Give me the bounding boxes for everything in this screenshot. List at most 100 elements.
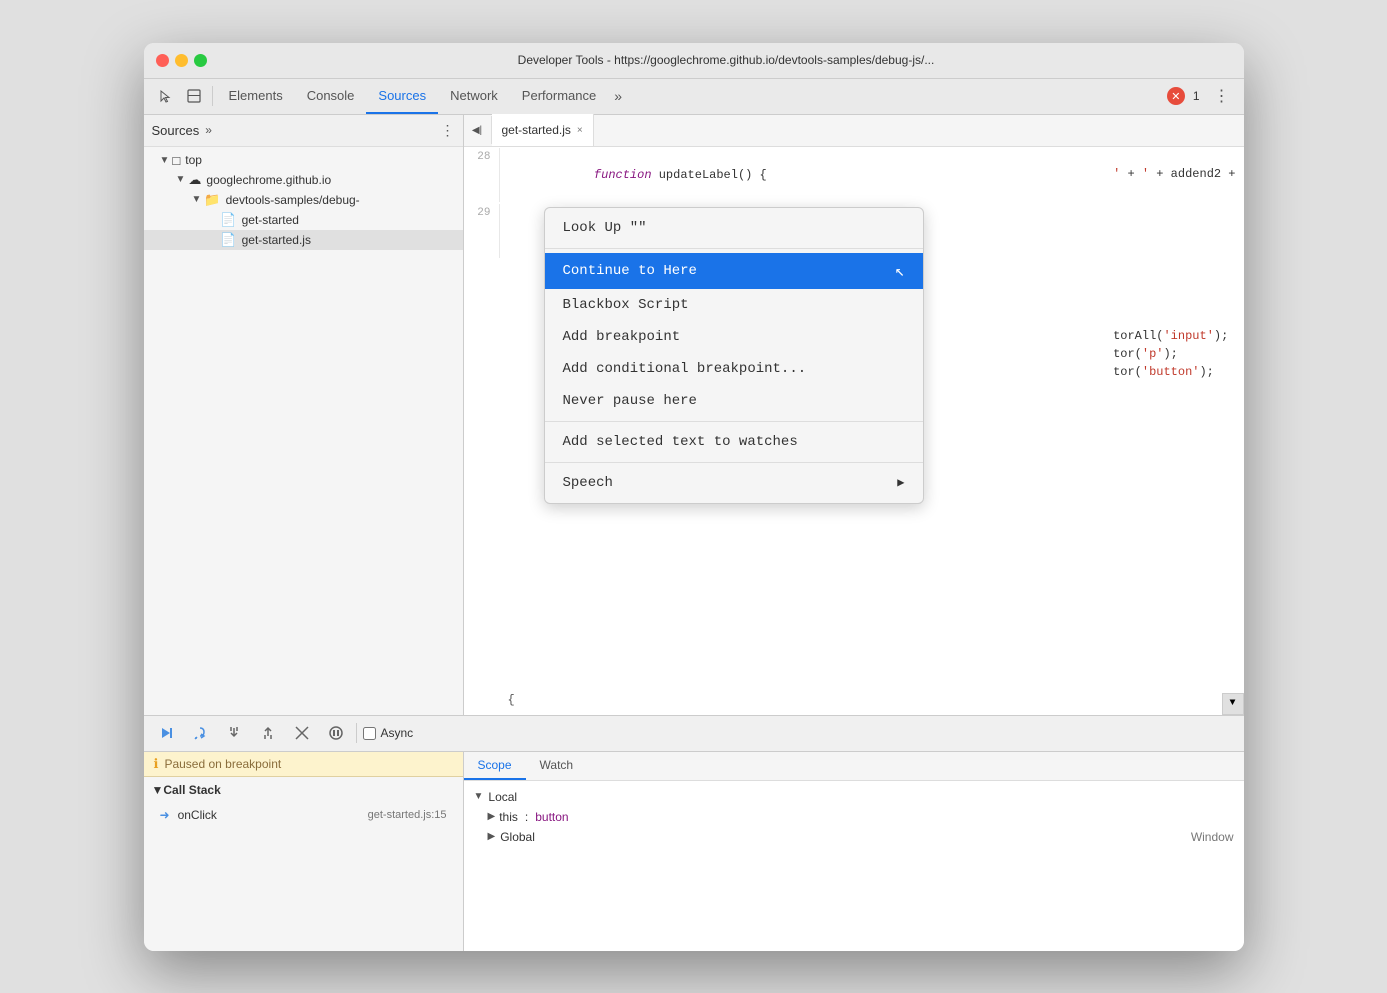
tab-watch[interactable]: Watch [526, 752, 588, 780]
step-out-button[interactable] [254, 719, 282, 747]
step-over-button[interactable] [186, 719, 214, 747]
bottom-panels: ℹ Paused on breakpoint ▼ Call Stack ➜ on… [144, 751, 1244, 951]
tab-sources[interactable]: Sources [366, 78, 438, 114]
ctx-separator-3 [545, 462, 923, 463]
code-snippet-line2: torAll('input'); [1113, 327, 1235, 345]
ctx-look-up[interactable]: Look Up "" [545, 212, 923, 244]
code-snippet-line3: tor('p'); [1113, 345, 1235, 363]
tab-performance[interactable]: Performance [510, 78, 608, 114]
scroll-to-bottom[interactable]: ▼ [1222, 693, 1244, 715]
scope-tab-bar: Scope Watch [464, 752, 1244, 781]
tab-console[interactable]: Console [295, 78, 367, 114]
call-arrow-icon: ➜ [160, 808, 170, 822]
error-badge: ✕ [1167, 87, 1185, 105]
folder-blue-icon: 📁 [204, 192, 220, 208]
tab-elements[interactable]: Elements [217, 78, 295, 114]
cursor-icon[interactable] [152, 82, 180, 110]
tree-item-googlechrome[interactable]: ▼ ☁ googlechrome.github.io [144, 170, 463, 190]
tree-item-get-started-html[interactable]: ▼ 📄 get-started [144, 210, 463, 230]
async-input[interactable] [363, 727, 376, 740]
ctx-never-pause-here[interactable]: Never pause here [545, 385, 923, 417]
devtools-menu-button[interactable]: ⋮ [1208, 82, 1236, 110]
call-stack-entry-onclick[interactable]: ➜ onClick get-started.js:15 [144, 803, 463, 827]
cloud-icon: ☁ [188, 172, 201, 188]
ctx-arrow-icon: ▶ [897, 475, 904, 490]
scope-global-arrow: ▶ [488, 831, 496, 842]
resume-button[interactable] [152, 719, 180, 747]
ctx-separator-1 [545, 248, 923, 249]
async-label: Async [381, 726, 414, 740]
context-menu: Look Up "" Continue to Here ↖ Blackbox S… [544, 207, 924, 504]
folder-icon: □ [172, 153, 180, 168]
editor-file-tab-get-started-js[interactable]: get-started.js × [492, 114, 594, 146]
code-line-28: 28 function updateLabel() { [464, 147, 1244, 203]
pause-on-exceptions-button[interactable] [322, 719, 350, 747]
code-snippet-line4: tor('button'); [1113, 363, 1235, 381]
call-entry-file: get-started.js:15 [368, 809, 447, 821]
minimize-button[interactable] [175, 54, 188, 67]
info-icon: ℹ [154, 756, 159, 772]
scope-this-entry[interactable]: ▶ this : button [464, 807, 1244, 827]
editor-panel: ◀| get-started.js × 28 function updateLa… [464, 115, 1244, 715]
cursor-symbol: ↖ [895, 261, 905, 281]
dock-icon[interactable] [180, 82, 208, 110]
js-file-icon: 📄 [220, 232, 236, 248]
error-section: ✕ 1 [1167, 87, 1208, 105]
sources-panel-menu[interactable]: ⋮ [441, 122, 455, 139]
traffic-lights [156, 54, 207, 67]
ctx-continue-to-here[interactable]: Continue to Here ↖ [545, 253, 923, 289]
sources-panel-more[interactable]: » [205, 123, 212, 137]
toolbar-separator [356, 723, 357, 743]
scope-content: ▼ Local ▶ this : button ▶ Global Window [464, 781, 1244, 951]
scope-this-key: this [499, 810, 518, 824]
ctx-add-conditional-breakpoint[interactable]: Add conditional breakpoint... [545, 353, 923, 385]
tab-scope[interactable]: Scope [464, 752, 526, 780]
maximize-button[interactable] [194, 54, 207, 67]
ctx-add-selected-text[interactable]: Add selected text to watches [545, 426, 923, 458]
editor-nav-back[interactable]: ◀| [464, 116, 492, 144]
ctx-separator-2 [545, 421, 923, 422]
close-button[interactable] [156, 54, 169, 67]
file-icon: 📄 [220, 212, 236, 228]
step-into-button[interactable] [220, 719, 248, 747]
code-area[interactable]: 28 function updateLabel() { 29 var adden… [464, 147, 1244, 715]
devtools-window: Developer Tools - https://googlechrome.g… [144, 43, 1244, 951]
debug-toolbar: Async [144, 715, 1244, 751]
ctx-speech[interactable]: Speech ▶ [545, 467, 923, 499]
tab-separator [212, 86, 213, 106]
more-tabs-button[interactable]: » [608, 88, 628, 104]
sources-panel-header: Sources » ⋮ [144, 115, 463, 147]
devtools-tab-bar: Elements Console Sources Network Perform… [144, 79, 1244, 115]
editor-file-tab-label: get-started.js [502, 123, 571, 137]
sources-panel: Sources » ⋮ ▼ □ top ▼ ☁ googlechrome.git… [144, 115, 464, 715]
scope-global-label: Global [500, 830, 535, 844]
editor-tab-close[interactable]: × [577, 125, 583, 136]
main-area: Sources » ⋮ ▼ □ top ▼ ☁ googlechrome.git… [144, 115, 1244, 715]
paused-banner: ℹ Paused on breakpoint [144, 752, 463, 777]
scope-panel: Scope Watch ▼ Local ▶ this : button [464, 752, 1244, 951]
tree-item-top[interactable]: ▼ □ top [144, 151, 463, 170]
closing-brace: { [508, 693, 515, 707]
call-stack-panel: ℹ Paused on breakpoint ▼ Call Stack ➜ on… [144, 752, 464, 951]
scope-global-section[interactable]: ▶ Global Window [464, 827, 1244, 847]
call-entry-name: onClick [178, 808, 217, 822]
tab-network[interactable]: Network [438, 78, 510, 114]
tree-item-devtools-samples[interactable]: ▼ 📁 devtools-samples/debug- [144, 190, 463, 210]
window-title: Developer Tools - https://googlechrome.g… [221, 53, 1232, 67]
deactivate-breakpoints-button[interactable] [288, 719, 316, 747]
title-bar: Developer Tools - https://googlechrome.g… [144, 43, 1244, 79]
scope-global-value: Window [1191, 830, 1234, 844]
paused-label: Paused on breakpoint [164, 757, 281, 771]
ctx-add-breakpoint[interactable]: Add breakpoint [545, 321, 923, 353]
ctx-blackbox-script[interactable]: Blackbox Script [545, 289, 923, 321]
editor-tabs: ◀| get-started.js × [464, 115, 1244, 147]
scope-local-label: Local [488, 790, 517, 804]
async-checkbox[interactable]: Async [363, 726, 414, 740]
call-stack-title[interactable]: ▼ Call Stack [144, 777, 463, 803]
sources-panel-title: Sources [152, 123, 200, 138]
scope-local-arrow: ▼ [474, 791, 484, 802]
file-tree: ▼ □ top ▼ ☁ googlechrome.github.io ▼ 📁 d… [144, 147, 463, 715]
tree-item-get-started-js[interactable]: ▼ 📄 get-started.js [144, 230, 463, 250]
scope-local-section[interactable]: ▼ Local [464, 787, 1244, 807]
scope-this-value: button [535, 810, 568, 824]
